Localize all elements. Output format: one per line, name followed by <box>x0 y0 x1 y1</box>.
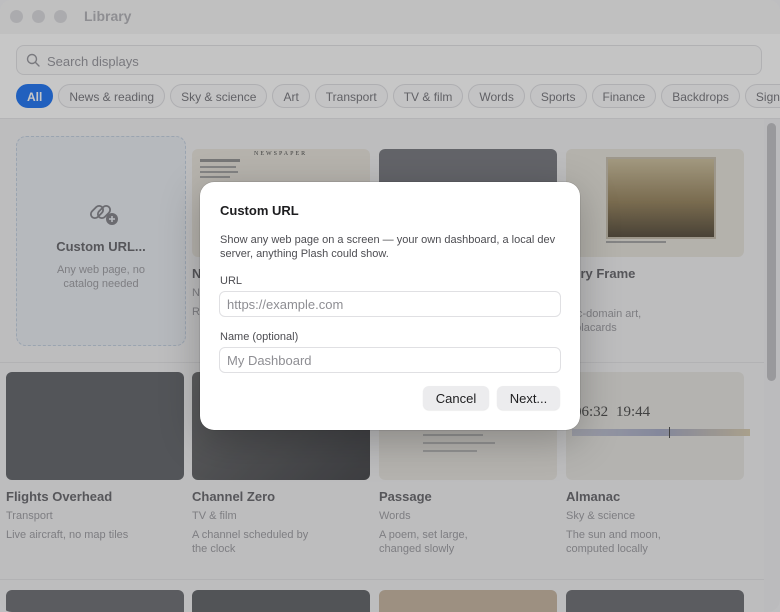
url-input[interactable] <box>219 291 561 317</box>
name-input[interactable] <box>219 347 561 373</box>
dialog-description: Show any web page on a screen — your own… <box>220 234 556 260</box>
dialog-title: Custom URL <box>220 203 299 218</box>
next-button[interactable]: Next... <box>497 386 560 410</box>
url-label: URL <box>220 275 243 287</box>
name-label: Name (optional) <box>220 331 299 343</box>
cancel-button[interactable]: Cancel <box>423 386 489 410</box>
custom-url-dialog: Custom URL Show any web page on a screen… <box>200 182 580 430</box>
